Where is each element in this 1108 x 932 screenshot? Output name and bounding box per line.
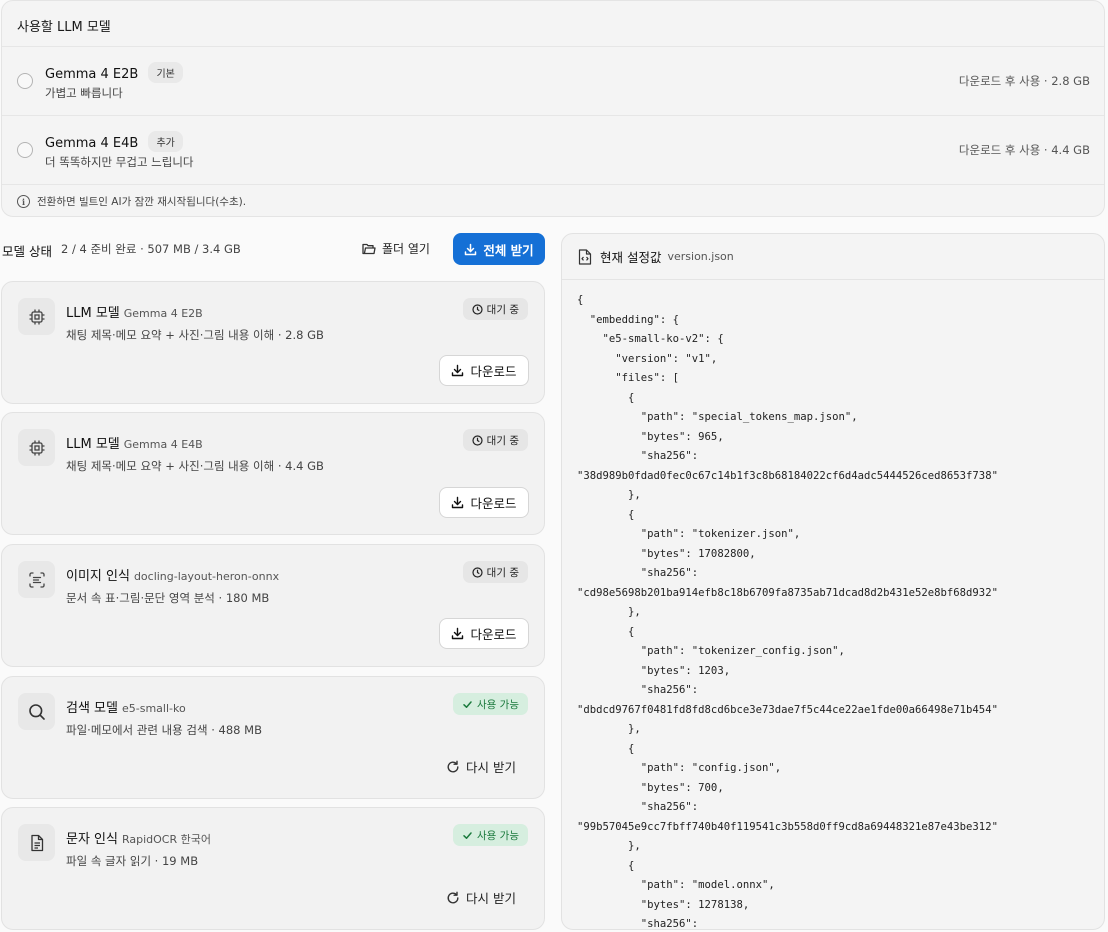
clock-icon [472,434,483,446]
model-card-ocr: 문자 인식 RapidOCR 한국어 파일 속 글자 읽기 · 19 MB 사용 … [1,807,545,930]
folder-icon [362,243,376,254]
llm-section-title: 사용할 LLM 모델 [2,1,1104,47]
note-text: 전환하면 빌트인 AI가 잠깐 재시작됩니다(수초). [37,196,247,208]
check-icon [463,700,472,708]
model-card-llm-e2b: LLM 모델 Gemma 4 E2B 채팅 제목·메모 요약 + 사진·그림 내용… [1,281,545,404]
download-button[interactable]: 다운로드 [439,355,529,386]
download-button[interactable]: 다운로드 [439,618,529,649]
download-icon [452,496,464,509]
status-title: 모델 상태 [2,244,52,259]
status-summary: 2 / 4 준비 완료 · 507 MB / 3.4 GB [61,242,241,256]
model-desc: 채팅 제목·메모 요약 + 사진·그림 내용 이해 · 2.8 GB [66,328,324,342]
check-icon [463,831,472,839]
option-size: 다운로드 후 사용 · 4.4 GB [958,143,1090,157]
option-name: Gemma 4 E4B [45,136,139,151]
scan-text-icon [28,571,45,588]
model-subtitle: e5-small-ko [121,702,186,715]
config-title: 현재 설정값 [600,250,662,265]
file-code-icon [578,248,592,265]
option-size: 다운로드 후 사용 · 2.8 GB [958,74,1090,88]
model-subtitle: RapidOCR 한국어 [121,833,211,846]
config-panel: 현재 설정값 version.json { "embedding": { "e5… [561,233,1105,930]
model-title: LLM 모델 [66,437,120,452]
model-card-search: 검색 모델 e5-small-ko 파일·메모에서 관련 내용 검색 · 488 … [1,676,545,799]
refresh-icon [447,760,459,772]
redownload-button[interactable]: 다시 받기 [446,757,516,776]
download-all-label: 전체 받기 [483,242,534,258]
model-card-image-recognition: 이미지 인식 docling-layout-heron-onnx 문서 속 표·그… [1,544,545,667]
option-name: Gemma 4 E2B [45,67,139,82]
llm-selection-card: 사용할 LLM 모델 Gemma 4 E2B 기본 가볍고 빠릅니다 다운로드 … [1,0,1105,217]
config-filename: version.json [667,250,734,263]
status-badge: 대기 중 [462,298,528,320]
status-badge: 사용 가능 [453,693,528,715]
download-button[interactable]: 다운로드 [439,487,529,518]
llm-option-e2b[interactable]: Gemma 4 E2B 기본 가볍고 빠릅니다 다운로드 후 사용 · 2.8 … [2,47,1104,116]
model-desc: 문서 속 표·그림·문단 영역 분석 · 180 MB [66,591,270,605]
model-desc: 파일·메모에서 관련 내용 검색 · 488 MB [66,723,262,737]
config-header: 현재 설정값 version.json [562,234,1104,280]
model-subtitle: docling-layout-heron-onnx [133,570,280,583]
radio-button[interactable] [17,73,33,89]
open-folder-label: 폴더 열기 [382,242,430,256]
file-text-icon [30,834,43,851]
status-badge: 대기 중 [462,561,528,583]
model-subtitle: Gemma 4 E4B [123,438,203,451]
refresh-icon [447,891,459,903]
open-folder-button[interactable]: 폴더 열기 [362,240,430,257]
model-desc: 파일 속 글자 읽기 · 19 MB [66,854,199,868]
model-card-llm-e4b: LLM 모델 Gemma 4 E4B 채팅 제목·메모 요약 + 사진·그림 내용… [1,412,545,535]
llm-option-e4b[interactable]: Gemma 4 E4B 추가 더 똑똑하지만 무겁고 느립니다 다운로드 후 사… [2,116,1104,185]
chip-icon [29,440,44,455]
chip-icon [29,309,44,324]
restart-note: i 전환하면 빌트인 AI가 잠깐 재시작됩니다(수초). [2,185,1104,216]
option-tag: 추가 [148,131,183,152]
config-json-content: { "embedding": { "e5-small-ko-v2": { "ve… [577,294,998,930]
clock-icon [472,303,483,315]
model-status-bar: 모델 상태 2 / 4 준비 완료 · 507 MB / 3.4 GB 폴더 열… [0,232,546,266]
download-icon [452,364,464,377]
search-icon [28,703,45,720]
info-icon: i [17,195,30,208]
model-title: 검색 모델 [66,701,118,716]
option-tag: 기본 [148,62,183,83]
status-badge: 사용 가능 [453,824,528,846]
model-title: 이미지 인식 [66,569,130,584]
option-desc: 더 똑똑하지만 무겁고 느립니다 [45,155,194,169]
status-badge: 대기 중 [462,429,528,451]
download-all-button[interactable]: 전체 받기 [453,233,545,265]
clock-icon [472,566,483,578]
radio-button[interactable] [17,142,33,158]
model-title: LLM 모델 [66,306,120,321]
option-desc: 가볍고 빠릅니다 [45,86,123,100]
model-title: 문자 인식 [66,832,118,847]
download-icon [452,627,464,640]
model-desc: 채팅 제목·메모 요약 + 사진·그림 내용 이해 · 4.4 GB [66,459,324,473]
model-subtitle: Gemma 4 E2B [123,307,203,320]
redownload-button[interactable]: 다시 받기 [446,888,516,907]
download-icon [465,243,477,255]
